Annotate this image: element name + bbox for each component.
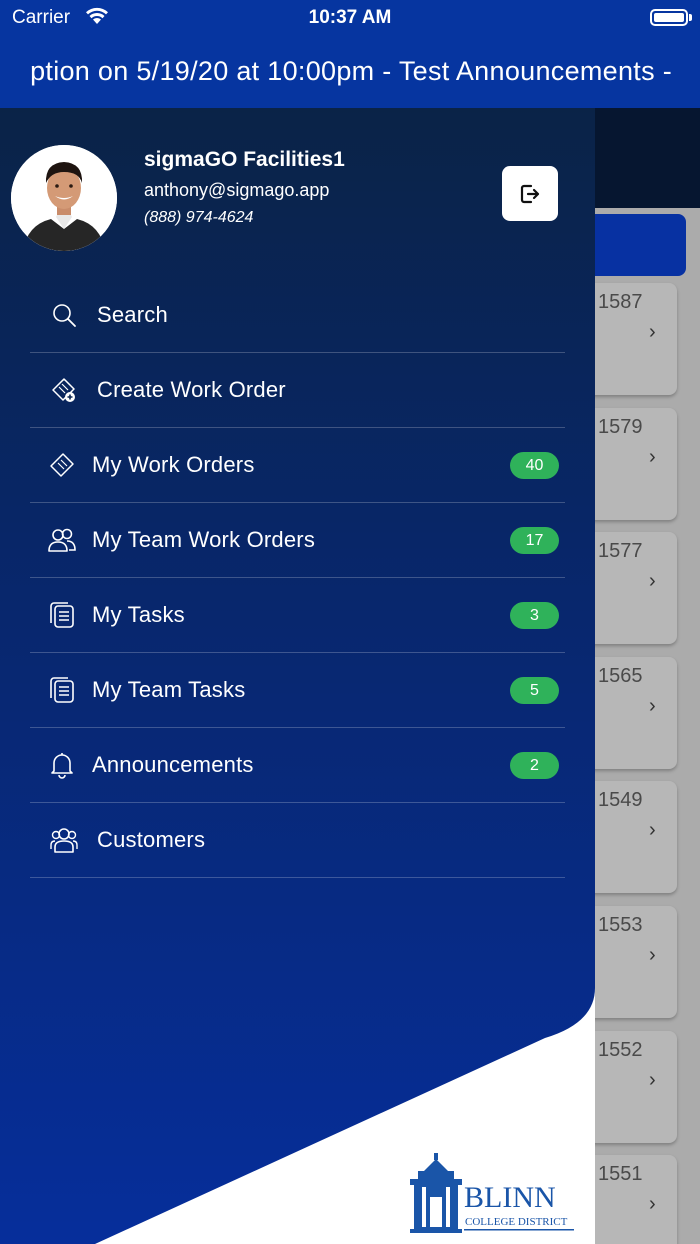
chevron-right-icon: › — [649, 1193, 656, 1216]
count-badge: 3 — [510, 602, 559, 629]
menu-item-my-tasks[interactable]: My Tasks 3 — [30, 578, 565, 653]
logo-name: BLINN — [464, 1181, 556, 1214]
status-bar: Carrier 10:37 AM — [0, 0, 700, 36]
customers-icon — [49, 825, 79, 855]
chevron-right-icon: › — [649, 321, 656, 343]
menu-item-announcements[interactable]: Announcements 2 — [30, 728, 565, 803]
background-work-order-card: 1587 › — [595, 283, 677, 395]
profile-phone: (888) 974-4624 — [144, 209, 254, 226]
background-header — [595, 108, 700, 208]
blinn-college-logo: BLINN COLLEGE DISTRICT — [410, 1153, 580, 1235]
menu-item-label: My Tasks — [92, 602, 185, 627]
chevron-right-icon: › — [649, 1068, 656, 1091]
clock-label: 10:37 AM — [308, 7, 392, 28]
chevron-right-icon: › — [649, 944, 656, 966]
chevron-right-icon: › — [649, 694, 656, 717]
menu-item-label: Create Work Order — [97, 377, 286, 402]
menu-item-label: My Team Tasks — [92, 677, 246, 702]
background-work-order-card: 1577 › — [595, 532, 677, 645]
search-icon — [49, 300, 79, 330]
tasks-icon — [47, 600, 77, 630]
background-work-order-card: 1579 › — [595, 407, 677, 520]
work-order-number: 1552 — [598, 1038, 643, 1061]
count-badge: 5 — [510, 677, 559, 704]
background-work-order-card: 1549 › — [595, 781, 677, 894]
work-order-number: 1565 — [598, 664, 643, 687]
menu-item-create-work-order[interactable]: Create Work Order — [30, 353, 565, 428]
menu-item-my-team-work-orders[interactable]: My Team Work Orders 17 — [30, 503, 565, 578]
work-order-number: 1577 — [598, 540, 643, 563]
work-order-number: 1579 — [598, 415, 643, 438]
menu-item-label: Search — [97, 302, 168, 327]
navigation-drawer: sigmaGO Facilities1 anthony@sigmago.app … — [0, 108, 595, 1244]
team-icon — [47, 525, 77, 555]
background-work-order-card: 1552 › — [595, 1030, 677, 1143]
menu-item-customers[interactable]: Customers — [30, 803, 565, 878]
avatar — [11, 145, 117, 251]
chevron-right-icon: › — [649, 819, 656, 842]
battery-tip — [689, 14, 692, 21]
team-tasks-icon — [47, 675, 77, 705]
chevron-right-icon: › — [649, 445, 656, 468]
count-badge: 2 — [510, 752, 559, 779]
menu-item-label: Customers — [97, 827, 206, 852]
profile-email: anthony@sigmago.app — [144, 180, 330, 200]
bell-icon — [47, 750, 77, 780]
count-badge: 40 — [510, 452, 559, 479]
count-badge: 17 — [510, 527, 559, 554]
ticket-add-icon — [49, 375, 79, 405]
background-work-order-card: 1565 › — [595, 656, 677, 769]
menu-item-label: My Work Orders — [92, 452, 255, 477]
menu-item-search[interactable]: Search — [30, 278, 565, 353]
announcement-ticker-text: ption on 5/19/20 at 10:00pm - Test Annou… — [30, 56, 672, 86]
work-order-number: 1551 — [598, 1163, 643, 1186]
battery-icon — [650, 9, 688, 26]
work-order-number: 1553 — [598, 914, 643, 936]
announcement-ticker[interactable]: ption on 5/19/20 at 10:00pm - Test Annou… — [0, 36, 700, 108]
profile-name: sigmaGO Facilities1 — [144, 148, 345, 171]
background-action-bar — [595, 214, 686, 276]
logo-subtitle: COLLEGE DISTRICT — [465, 1216, 568, 1228]
ticket-icon — [47, 450, 77, 480]
chevron-right-icon: › — [649, 570, 656, 593]
background-work-order-card: 1551 › — [595, 1155, 677, 1244]
background-work-order-list: 1587 › 1579 › 1577 › 1565 › 1549 › 1553 › 1552 › 1551 › — [595, 108, 700, 1244]
drawer-menu: Search Create Work Order My Work Orders 40 M… — [30, 278, 565, 878]
menu-item-label: My Team Work Orders — [92, 527, 316, 552]
menu-item-my-work-orders[interactable]: My Work Orders 40 — [30, 428, 565, 503]
menu-item-label: Announcements — [92, 752, 254, 777]
work-order-number: 1549 — [598, 789, 643, 812]
work-order-number: 1587 — [598, 291, 643, 313]
background-work-order-card: 1553 › — [595, 906, 677, 1018]
logout-icon — [520, 184, 540, 203]
menu-item-my-team-tasks[interactable]: My Team Tasks 5 — [30, 653, 565, 728]
logout-button[interactable] — [502, 166, 558, 221]
